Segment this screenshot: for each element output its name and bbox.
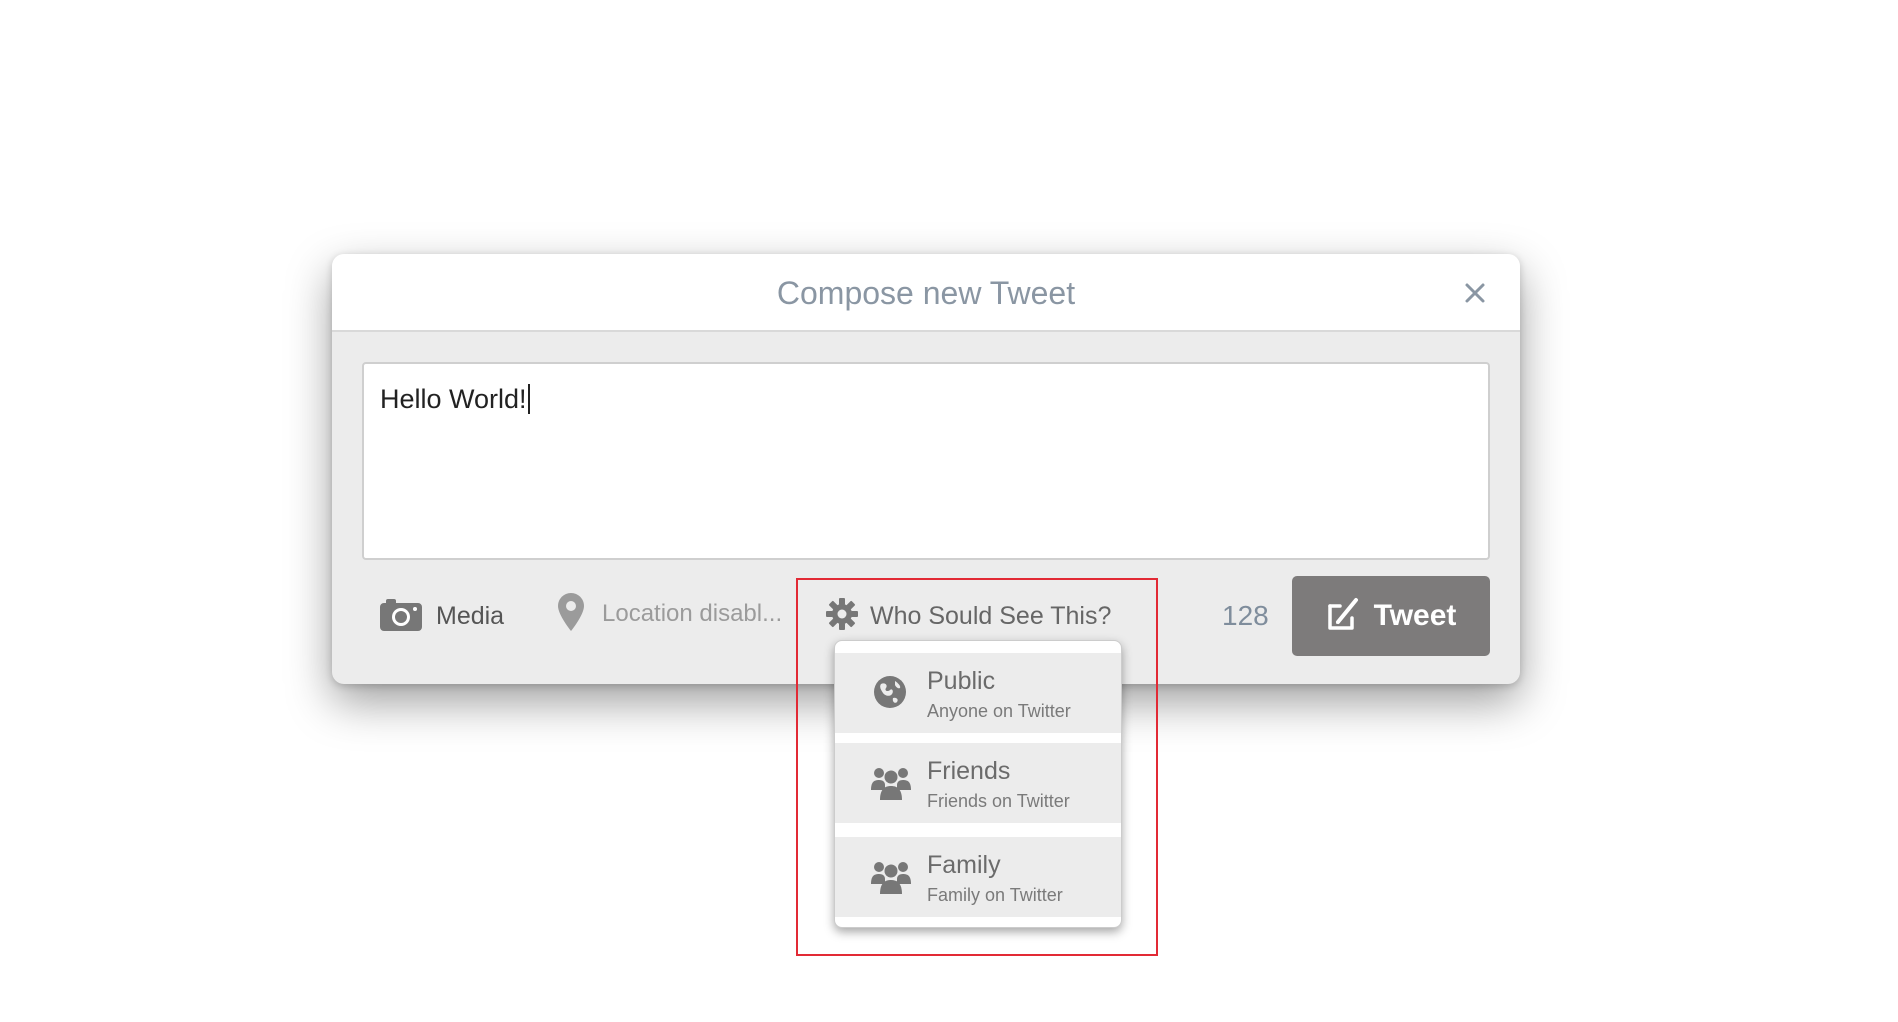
location-button[interactable]: Location disabl... (558, 592, 783, 636)
globe-icon (871, 673, 909, 711)
tweet-textarea[interactable]: Hello World! (362, 362, 1490, 560)
group-icon (871, 763, 911, 801)
camera-icon (380, 597, 422, 636)
audience-option-friends[interactable]: Friends Friends on Twitter (835, 743, 1121, 823)
dialog-header: Compose new Tweet (332, 254, 1520, 332)
audience-dropdown: Public Anyone on Twitter Friends Friends… (834, 640, 1122, 928)
audience-option-family[interactable]: Family Family on Twitter (835, 837, 1121, 917)
option-subtitle: Family on Twitter (927, 885, 1063, 905)
option-title: Family (927, 851, 1001, 879)
compose-icon (1326, 596, 1362, 637)
option-title: Public (927, 667, 996, 695)
media-label: Media (436, 601, 505, 630)
dialog-title: Compose new Tweet (776, 275, 1076, 311)
option-subtitle: Anyone on Twitter (927, 701, 1071, 721)
close-icon[interactable] (1460, 278, 1490, 308)
location-label: Location disabl... (602, 600, 783, 627)
option-title: Friends (927, 757, 1011, 785)
audience-option-public[interactable]: Public Anyone on Twitter (835, 653, 1121, 733)
tweet-button-label: Tweet (1373, 599, 1457, 632)
tweet-button[interactable]: Tweet (1292, 576, 1490, 656)
map-pin-icon (558, 592, 584, 636)
media-button[interactable]: Media (380, 596, 504, 636)
character-counter: 128 (1222, 600, 1269, 631)
group-icon (871, 857, 911, 895)
tweet-text: Hello World! (380, 384, 530, 414)
screen: Compose new Tweet Hello World! Media Loc… (0, 0, 1898, 1022)
option-subtitle: Friends on Twitter (927, 791, 1070, 811)
